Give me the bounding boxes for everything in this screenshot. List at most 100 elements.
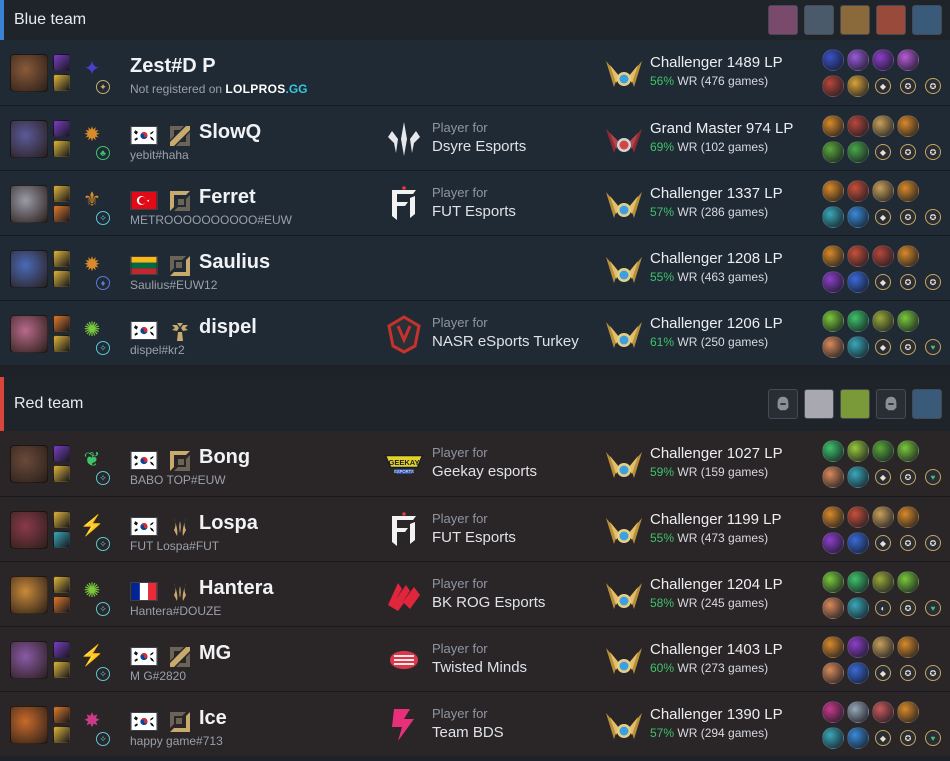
rune-icon[interactable] (897, 506, 919, 528)
stat-shard-icon[interactable]: ◐ (875, 600, 891, 616)
player-row[interactable]: ✺ ✧ Hantera Hantera#DOUZE Player for BK ROG E… (0, 561, 950, 626)
team-name[interactable]: NASR eSports Turkey (432, 333, 579, 350)
stat-shard-icon[interactable]: ✪ (900, 730, 916, 746)
rune-icon[interactable] (847, 532, 869, 554)
rune-icon[interactable] (822, 727, 844, 749)
champion-portrait[interactable] (10, 576, 48, 614)
summoner-spell-icon[interactable] (53, 445, 70, 462)
player-name[interactable]: Zest#D P (130, 55, 216, 78)
team-logo-icon[interactable] (384, 575, 424, 615)
keystone-rune-icon[interactable]: ⚡ (78, 642, 106, 670)
summoner-spell-icon[interactable] (53, 641, 70, 658)
rune-icon[interactable] (847, 662, 869, 684)
rune-icon[interactable] (822, 466, 844, 488)
rune-icon[interactable] (897, 701, 919, 723)
lolpros-logo-suffix[interactable]: .GG (286, 82, 308, 96)
summoner-spell-icon[interactable] (53, 576, 70, 593)
rune-icon[interactable] (847, 206, 869, 228)
rune-icon[interactable] (847, 701, 869, 723)
rune-icon[interactable] (822, 271, 844, 293)
rune-icon[interactable] (847, 310, 869, 332)
keystone-rune-icon[interactable]: ✹ (78, 121, 106, 149)
keystone-rune-icon[interactable]: ❦ (78, 446, 106, 474)
player-name[interactable]: SlowQ (199, 121, 261, 144)
summoner-spell-icon[interactable] (53, 661, 70, 678)
rune-icon[interactable] (872, 701, 894, 723)
rune-icon[interactable] (872, 310, 894, 332)
team-name[interactable]: FUT Esports (432, 203, 516, 220)
rune-icon[interactable] (847, 636, 869, 658)
rune-icon[interactable] (822, 141, 844, 163)
stat-shard-icon[interactable]: ✪ (900, 144, 916, 160)
rune-icon[interactable] (872, 636, 894, 658)
champion-portrait[interactable] (10, 511, 48, 549)
keystone-rune-icon[interactable]: ✺ (78, 316, 106, 344)
player-name[interactable]: Ice (199, 707, 227, 730)
player-name[interactable]: Bong (199, 446, 250, 469)
summoner-spell-icon[interactable] (53, 596, 70, 613)
champion-portrait[interactable] (10, 641, 48, 679)
rune-icon[interactable] (872, 506, 894, 528)
rune-icon[interactable] (822, 597, 844, 619)
team-logo-icon[interactable] (384, 640, 424, 680)
team-logo-icon[interactable] (384, 705, 424, 745)
summoner-spell-icon[interactable] (53, 706, 70, 723)
player-row[interactable]: ✺ ✧ dispel dispel#kr2 Player for NASR eSports… (0, 300, 950, 365)
rune-icon[interactable] (822, 636, 844, 658)
rune-icon[interactable] (822, 662, 844, 684)
rune-icon[interactable] (822, 571, 844, 593)
team-name[interactable]: Twisted Minds (432, 659, 527, 676)
rune-icon[interactable] (822, 115, 844, 137)
rune-icon[interactable] (897, 49, 919, 71)
champion-ban-icon[interactable] (912, 5, 942, 35)
empty-ban-icon[interactable] (876, 389, 906, 419)
player-row[interactable]: ✦ ✦ Zest#D P Not registered on LOLPROS.GG Ch… (0, 40, 950, 105)
player-row[interactable]: ⚡ ✧ MG M G#2820 Player for Twisted Minds Chall… (0, 626, 950, 691)
champion-ban-icon[interactable] (768, 5, 798, 35)
rune-icon[interactable] (847, 141, 869, 163)
rune-icon[interactable] (822, 440, 844, 462)
rune-icon[interactable] (847, 597, 869, 619)
player-name[interactable]: Ferret (199, 186, 256, 209)
champion-ban-icon[interactable] (804, 389, 834, 419)
team-logo-icon[interactable] (384, 314, 424, 354)
stat-shard-icon[interactable]: ✪ (900, 339, 916, 355)
rune-icon[interactable] (847, 49, 869, 71)
player-name[interactable]: dispel (199, 316, 257, 339)
team-logo-icon[interactable] (384, 510, 424, 550)
summoner-spell-icon[interactable] (53, 185, 70, 202)
stat-shard-icon[interactable]: ✪ (900, 600, 916, 616)
summoner-spell-icon[interactable] (53, 531, 70, 548)
keystone-rune-icon[interactable]: ✦ (78, 55, 106, 83)
rune-icon[interactable] (847, 180, 869, 202)
stat-shard-icon[interactable]: ✪ (925, 209, 941, 225)
stat-shard-icon[interactable]: ◆ (875, 730, 891, 746)
rune-icon[interactable] (872, 180, 894, 202)
stat-shard-icon[interactable]: ♥ (925, 730, 941, 746)
summoner-spell-icon[interactable] (53, 250, 70, 267)
champion-portrait[interactable] (10, 445, 48, 483)
team-name[interactable]: BK ROG Esports (432, 594, 545, 611)
keystone-rune-icon[interactable]: ✸ (78, 707, 106, 735)
summoner-spell-icon[interactable] (53, 335, 70, 352)
stat-shard-icon[interactable]: ◆ (875, 665, 891, 681)
stat-shard-icon[interactable]: ✪ (925, 274, 941, 290)
player-name[interactable]: Saulius (199, 251, 270, 274)
stat-shard-icon[interactable]: ✪ (900, 78, 916, 94)
rune-icon[interactable] (872, 571, 894, 593)
rune-icon[interactable] (897, 180, 919, 202)
player-row[interactable]: ⚜ ✧ Ferret METROOOOOOOOOO#EUW Player for FUT … (0, 170, 950, 235)
player-name[interactable]: Lospa (199, 512, 258, 535)
stat-shard-icon[interactable]: ✪ (925, 665, 941, 681)
rune-icon[interactable] (897, 440, 919, 462)
rune-icon[interactable] (847, 506, 869, 528)
rune-icon[interactable] (822, 701, 844, 723)
champion-portrait[interactable] (10, 315, 48, 353)
team-name[interactable]: Team BDS (432, 724, 504, 741)
stat-shard-icon[interactable]: ✪ (925, 78, 941, 94)
stat-shard-icon[interactable]: ✪ (900, 469, 916, 485)
rune-icon[interactable] (822, 310, 844, 332)
rune-icon[interactable] (822, 245, 844, 267)
rune-icon[interactable] (897, 245, 919, 267)
stat-shard-icon[interactable]: ◆ (875, 78, 891, 94)
